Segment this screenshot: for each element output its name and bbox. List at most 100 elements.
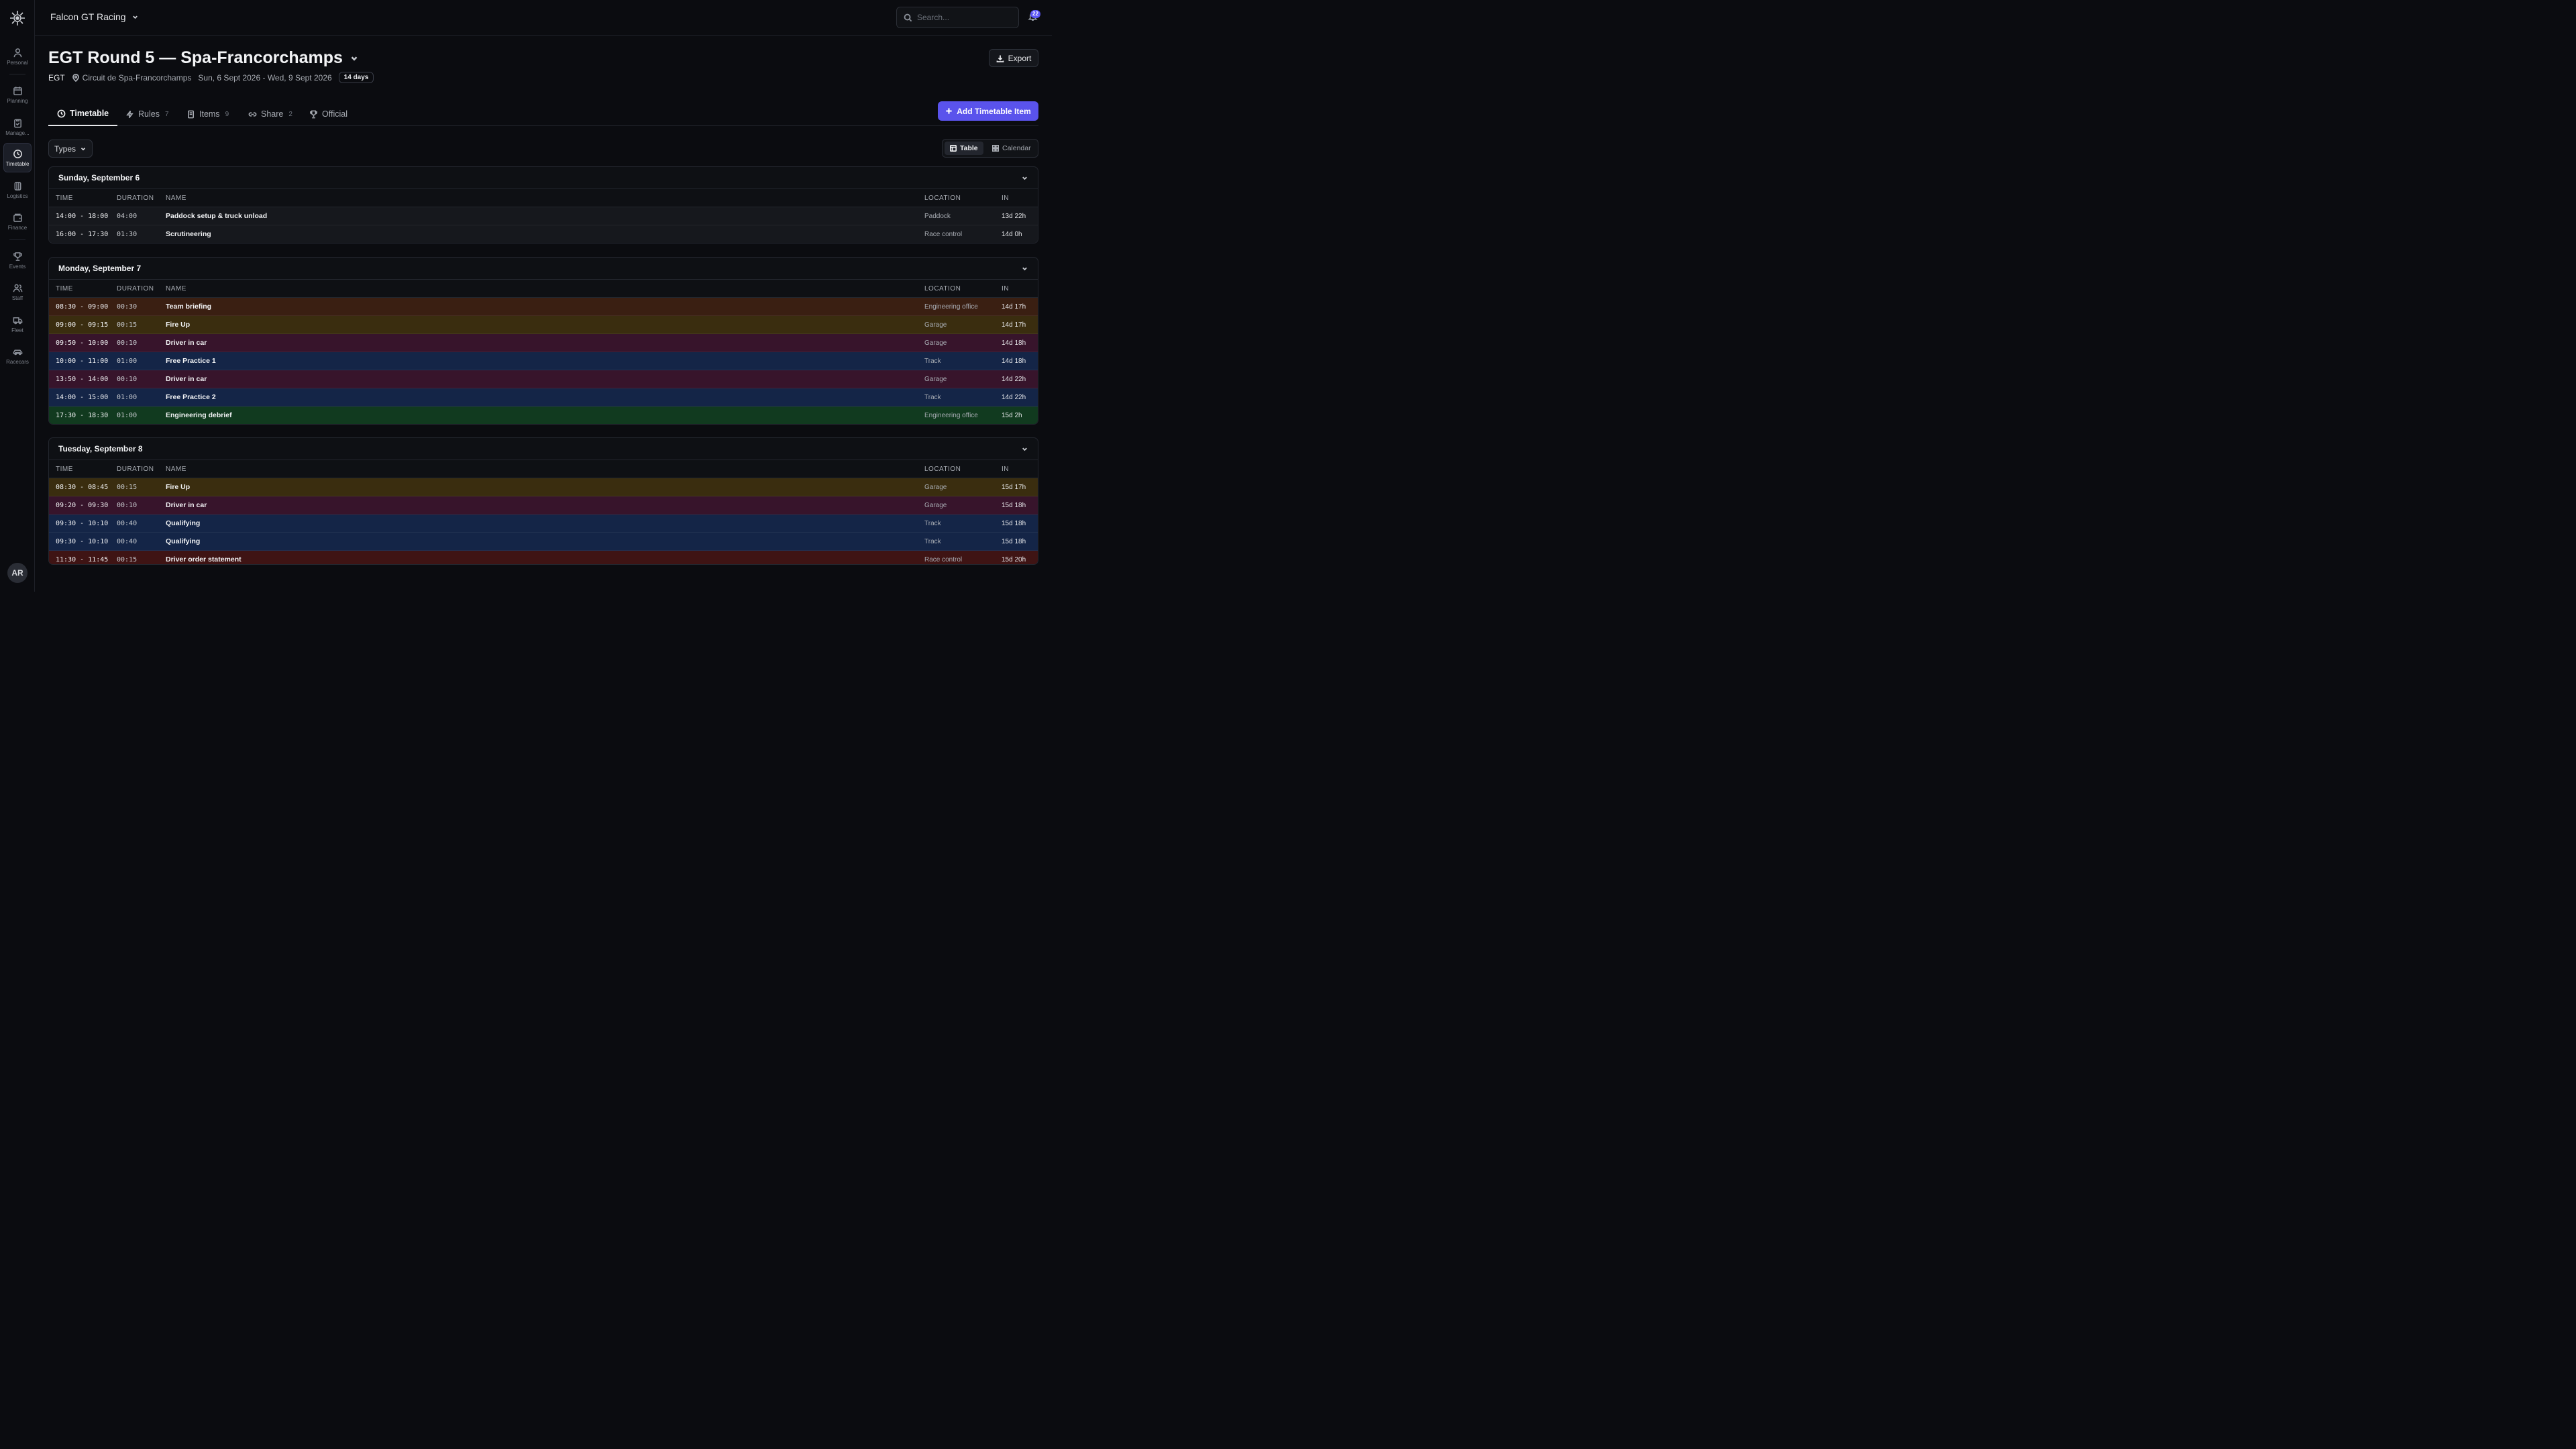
column-header-duration[interactable]: DURATION [117,460,154,478]
table-row[interactable]: 14:00 - 18:00 04:00 Paddock setup & truck … [49,207,1038,225]
table-row[interactable]: 09:00 - 09:15 00:15 Fire Up Garage 14d 17h [49,316,1038,334]
column-header-name[interactable]: NAME [166,189,186,207]
search-icon [904,13,912,22]
cell-duration: 00:15 [117,321,138,329]
table-row[interactable]: 10:00 - 11:00 01:00 Free Practice 1 Track 14… [49,352,1038,370]
table-row[interactable]: 09:20 - 09:30 00:10 Driver in car Garage 15d… [49,496,1038,515]
sidebar-item-staff[interactable]: Staff [3,277,32,307]
sidebar-item-racecars[interactable]: Racecars [3,341,32,370]
chevron-down-icon [351,56,358,61]
sidebar-item-personal[interactable]: Personal [3,42,32,71]
tab-label: Official [322,109,347,119]
table-row[interactable]: 09:50 - 10:00 00:10 Driver in car Garage 14d… [49,334,1038,352]
plus-icon [946,108,952,114]
day-header[interactable]: Tuesday, September 8 [49,438,1038,460]
sidebar-item-management[interactable]: Manage... [3,112,32,142]
add-timetable-item-button[interactable]: Add Timetable Item [938,101,1038,121]
tab-official[interactable]: Official [309,102,347,126]
column-header-in[interactable]: IN [1002,460,1009,478]
link-icon [248,111,257,117]
sidebar-item-label: Planning [7,97,28,104]
cell-time: 09:00 - 09:15 [56,321,109,329]
table-row[interactable]: 17:30 - 18:30 01:00 Engineering debrief Eng… [49,407,1038,424]
cell-in: 15d 20h [1002,556,1026,564]
table-row[interactable]: 08:30 - 08:45 00:15 Fire Up Garage 15d 17h [49,478,1038,496]
cell-in: 14d 22h [1002,394,1026,401]
tab-share[interactable]: Share 2 [248,102,292,126]
cell-location: Track [924,358,941,365]
cell-name: Fire Up [166,321,191,329]
cell-location: Track [924,538,941,545]
tab-items[interactable]: Items 9 [186,102,229,126]
column-header-duration[interactable]: DURATION [117,280,154,298]
cell-time: 13:50 - 14:00 [56,376,109,383]
day-title: Tuesday, September 8 [58,444,143,453]
export-button[interactable]: Export [989,49,1038,67]
event-dates: Sun, 6 Sept 2026 - Wed, 9 Sept 2026 [198,72,332,83]
types-filter[interactable]: Types [48,140,93,158]
sidebar-item-events[interactable]: Events [3,246,32,275]
column-header-name[interactable]: NAME [166,460,186,478]
chevron-down-icon[interactable] [1021,445,1028,453]
car-icon [13,349,22,355]
event-title[interactable]: EGT Round 5 — Spa-Francorchamps [48,48,359,68]
sidebar-item-fleet[interactable]: Fleet [3,309,32,339]
cell-time: 09:20 - 09:30 [56,502,109,509]
column-header-time[interactable]: TIME [56,280,73,298]
cell-in: 15d 18h [1002,520,1026,527]
day-section: Monday, September 7 TIME DURATION NAME LOCAT… [48,257,1038,425]
column-header-time[interactable]: TIME [56,189,73,207]
chevron-down-icon[interactable] [1021,265,1028,272]
day-header[interactable]: Sunday, September 6 [49,167,1038,189]
column-header-in[interactable]: IN [1002,280,1009,298]
cell-name: Scrutineering [166,230,211,238]
table-row[interactable]: 08:30 - 09:00 00:30 Team briefing Engineeri… [49,298,1038,316]
app-logo-icon[interactable] [9,9,26,27]
column-header-location[interactable]: LOCATION [924,189,961,207]
column-header-location[interactable]: LOCATION [924,460,961,478]
tab-timetable[interactable]: Timetable [48,102,118,126]
column-header-duration[interactable]: DURATION [117,189,154,207]
search-input[interactable] [917,13,1011,22]
column-header-time[interactable]: TIME [56,460,73,478]
table-row[interactable]: 16:00 - 17:30 01:30 Scrutineering Race cont… [49,225,1038,243]
search-box[interactable] [896,7,1019,28]
sidebar-item-label: Staff [11,294,23,301]
table-row[interactable]: 11:30 - 11:45 00:15 Driver order statement… [49,551,1038,564]
cell-duration: 00:15 [117,484,138,491]
types-label: Types [54,144,76,154]
tab-count: 9 [225,110,229,118]
tab-rules[interactable]: Rules 7 [125,102,169,126]
table-row[interactable]: 09:30 - 10:10 00:40 Qualifying Track 15d 18h [49,515,1038,533]
table-row[interactable]: 09:30 - 10:10 00:40 Qualifying Track 15d 18h [49,533,1038,551]
avatar[interactable]: AR [7,563,28,583]
team-switcher[interactable]: Falcon GT Racing [50,11,139,22]
table-row[interactable]: 13:50 - 14:00 00:10 Driver in car Garage 14d… [49,370,1038,388]
sidebar-item-logistics[interactable]: Logistics [3,175,32,205]
chevron-down-icon[interactable] [1021,174,1028,182]
column-header-name[interactable]: NAME [166,280,186,298]
column-header-row: TIME DURATION NAME LOCATION IN [49,189,1038,207]
sidebar-item-label: Events [9,263,26,270]
sidebar-item-timetable[interactable]: Timetable [3,143,32,172]
chevron-down-icon [80,147,86,150]
cell-duration: 00:10 [117,502,138,509]
view-calendar-button[interactable]: Calendar [987,142,1036,155]
sidebar-item-planning[interactable]: Planning [3,80,32,109]
cell-in: 15d 18h [1002,538,1026,545]
sidebar-item-finance[interactable]: Finance [3,207,32,236]
team-name: Falcon GT Racing [50,11,126,22]
column-header-location[interactable]: LOCATION [924,280,961,298]
cell-name: Driver order statement [166,555,241,564]
view-table-button[interactable]: Table [945,142,983,155]
users-icon [13,284,22,292]
cell-name: Free Practice 1 [166,357,216,365]
column-header-in[interactable]: IN [1002,189,1009,207]
table-row[interactable]: 14:00 - 15:00 01:00 Free Practice 2 Track 14… [49,388,1038,407]
day-header[interactable]: Monday, September 7 [49,258,1038,280]
sidebar-item-label: Manage... [5,129,30,136]
cell-name: Qualifying [166,537,201,545]
cell-name: Paddock setup & truck unload [166,212,268,220]
truck-icon [13,317,22,324]
trophy-icon [310,110,317,118]
